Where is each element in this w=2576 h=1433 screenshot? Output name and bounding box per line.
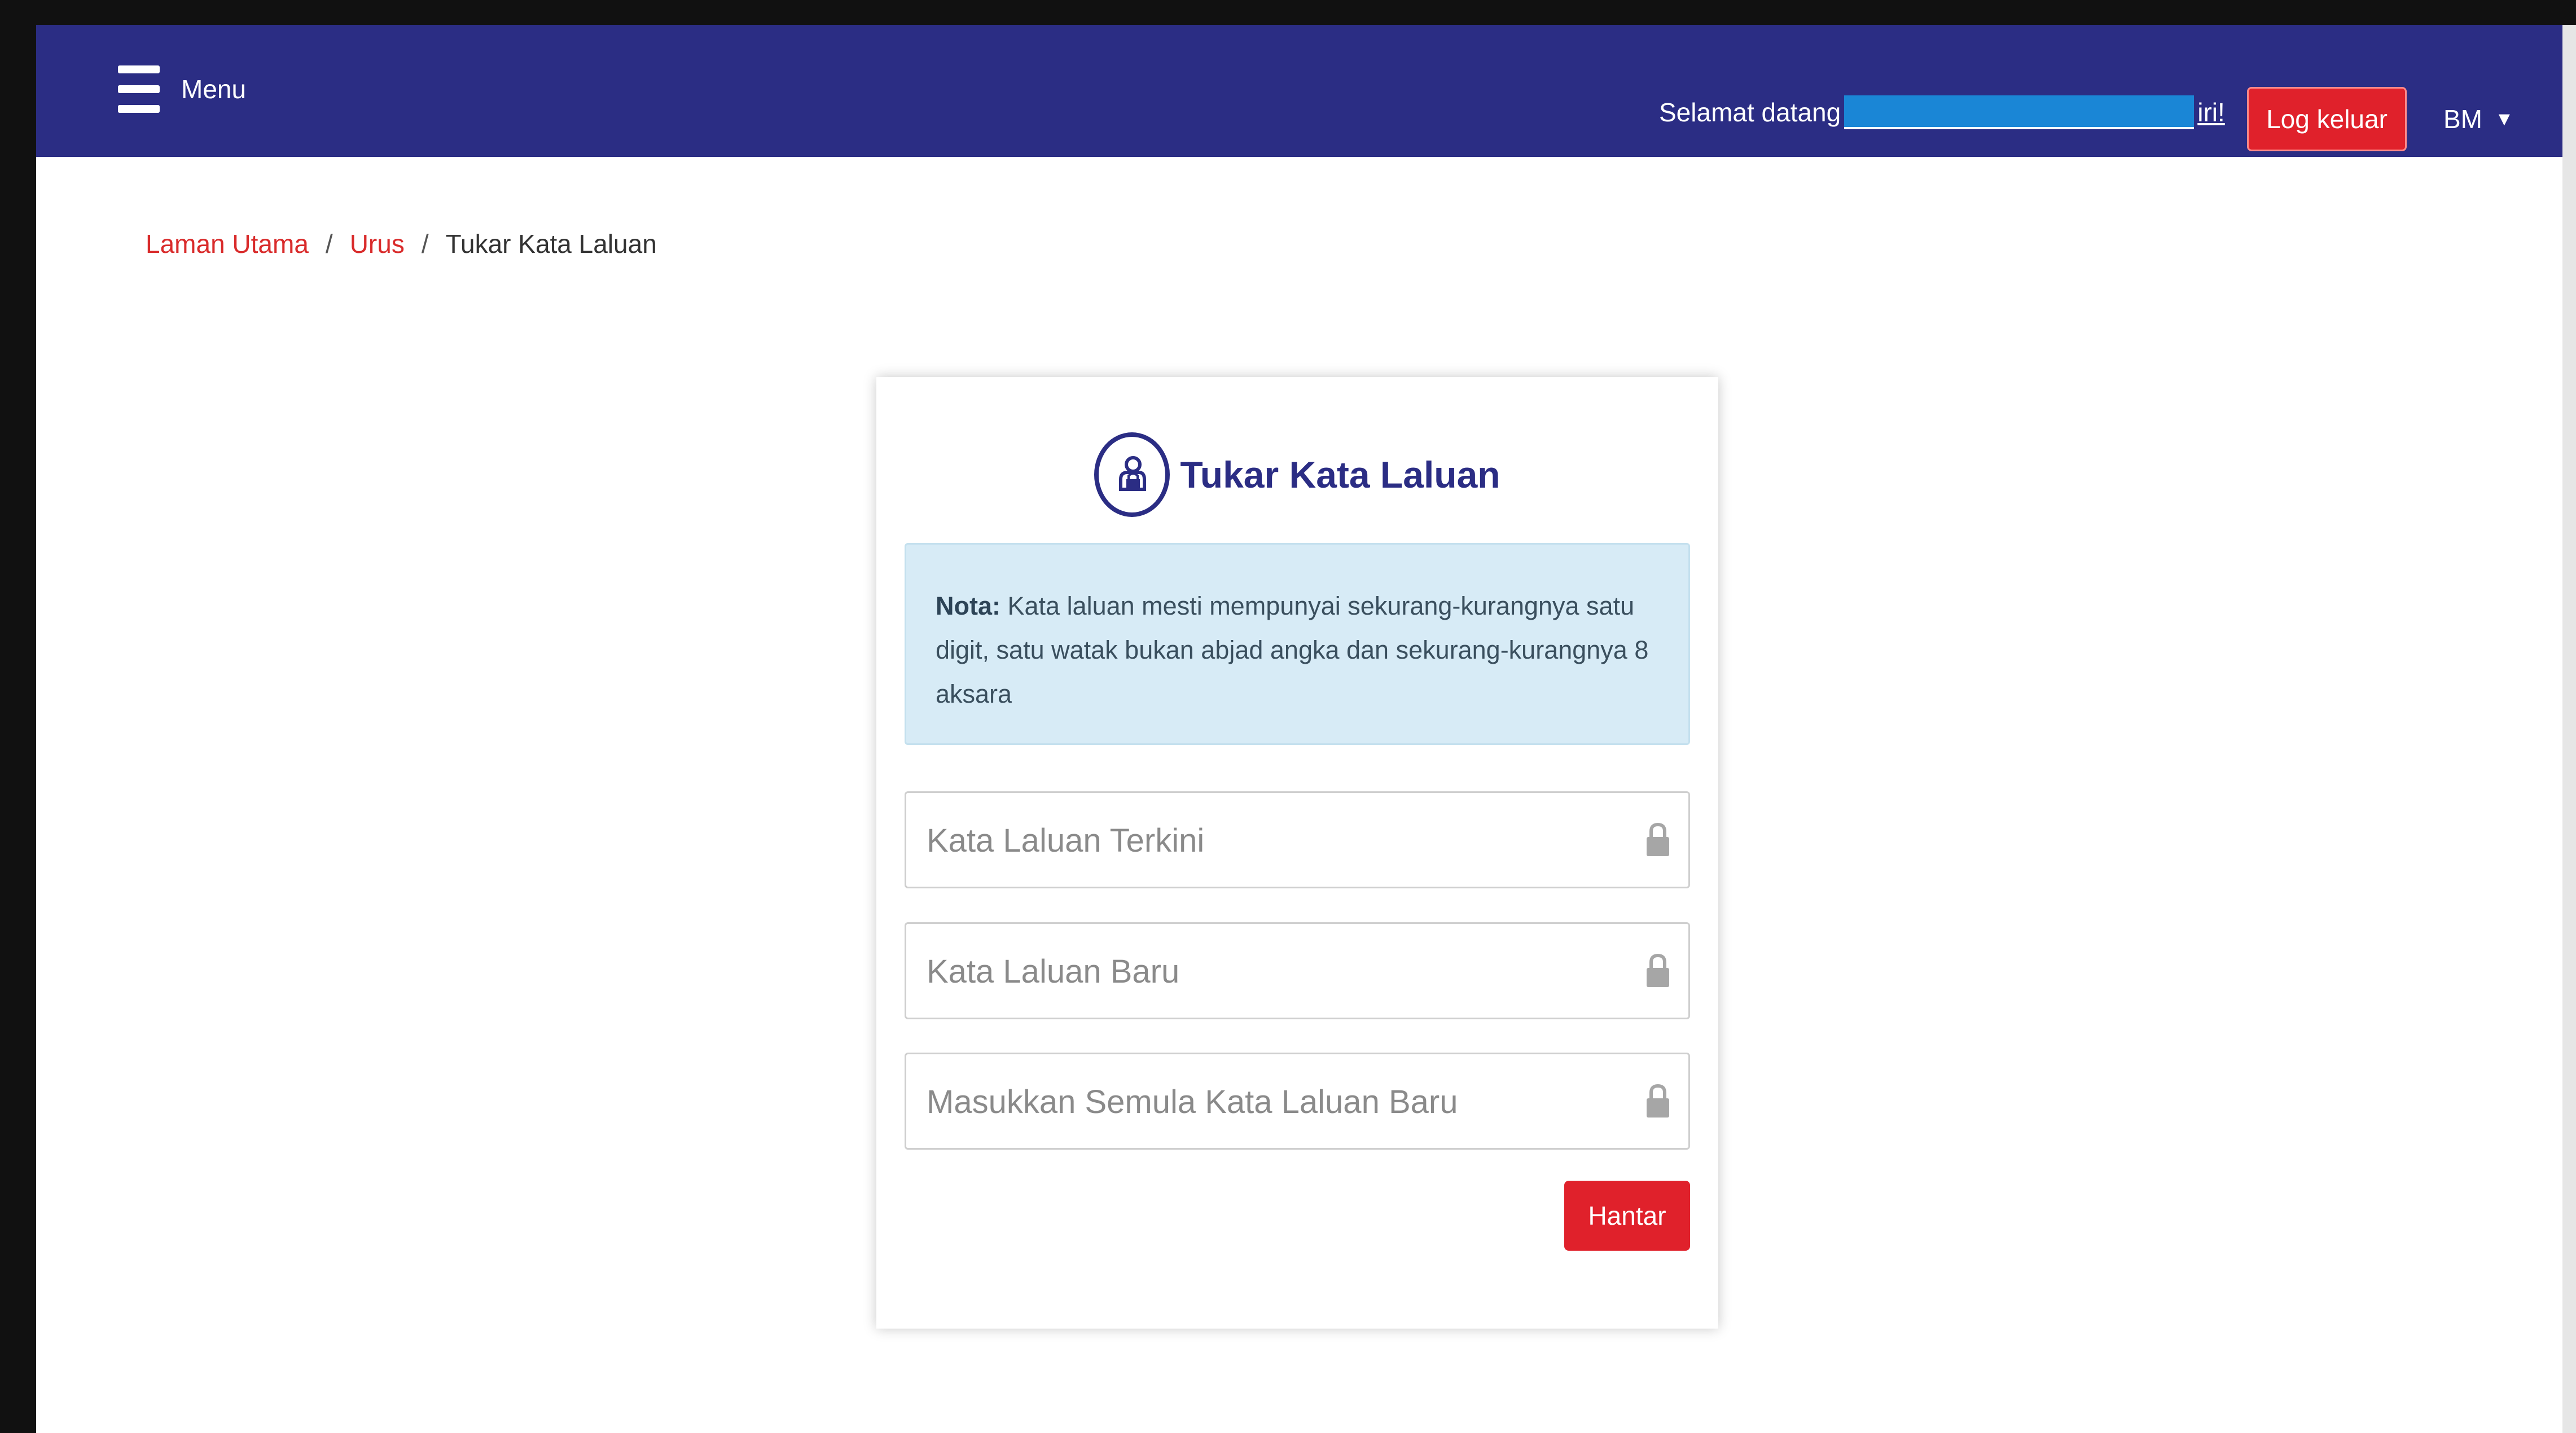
lock-icon [1647, 822, 1669, 856]
menu-button[interactable]: Menu [118, 65, 246, 113]
page: Menu Selamat datang iri! Log keluar BM ▼… [0, 0, 2576, 1433]
welcome-message: Selamat datang iri! [1659, 95, 2225, 129]
caret-down-icon: ▼ [2495, 108, 2514, 130]
new-password-field[interactable] [905, 922, 1690, 1019]
password-rule-note: Nota: Kata laluan mesti mempunyai sekura… [905, 543, 1690, 745]
language-label: BM [2443, 104, 2482, 134]
confirm-password-field[interactable] [905, 1053, 1690, 1150]
scrollbar[interactable] [2562, 25, 2576, 1433]
card-header: Tukar Kata Laluan [876, 432, 1718, 517]
change-password-card: Tukar Kata Laluan Nota: Kata laluan mest… [876, 377, 1718, 1329]
current-password-input[interactable] [906, 793, 1605, 888]
breadcrumb-manage[interactable]: Urus [350, 229, 405, 259]
current-password-field[interactable] [905, 791, 1690, 888]
note-text: Kata laluan mesti mempunyai sekurang-kur… [936, 591, 1649, 708]
note-label: Nota: [936, 591, 1000, 620]
breadcrumb-separator: / [421, 229, 429, 258]
breadcrumb: Laman Utama / Urus / Tukar Kata Laluan [146, 229, 657, 259]
menu-label: Menu [181, 75, 247, 104]
logout-button[interactable]: Log keluar [2247, 87, 2407, 151]
lock-icon [1647, 953, 1669, 987]
page-title: Tukar Kata Laluan [1180, 454, 1500, 496]
welcome-prefix: Selamat datang [1659, 98, 1841, 127]
password-person-icon [1094, 432, 1170, 517]
welcome-suffix[interactable]: iri! [2197, 97, 2225, 128]
window-top-edge [0, 0, 2576, 25]
breadcrumb-separator: / [325, 229, 333, 258]
submit-button[interactable]: Hantar [1564, 1181, 1690, 1251]
window-left-edge [0, 0, 36, 1433]
language-selector[interactable]: BM ▼ [2443, 104, 2514, 134]
new-password-input[interactable] [906, 924, 1605, 1019]
top-navbar: Menu Selamat datang iri! Log keluar BM ▼ [36, 25, 2562, 157]
breadcrumb-home[interactable]: Laman Utama [146, 229, 309, 259]
confirm-password-input[interactable] [906, 1054, 1605, 1149]
lock-icon [1647, 1084, 1669, 1118]
redacted-username [1844, 95, 2195, 129]
hamburger-icon [118, 65, 160, 113]
breadcrumb-current: Tukar Kata Laluan [445, 229, 657, 258]
